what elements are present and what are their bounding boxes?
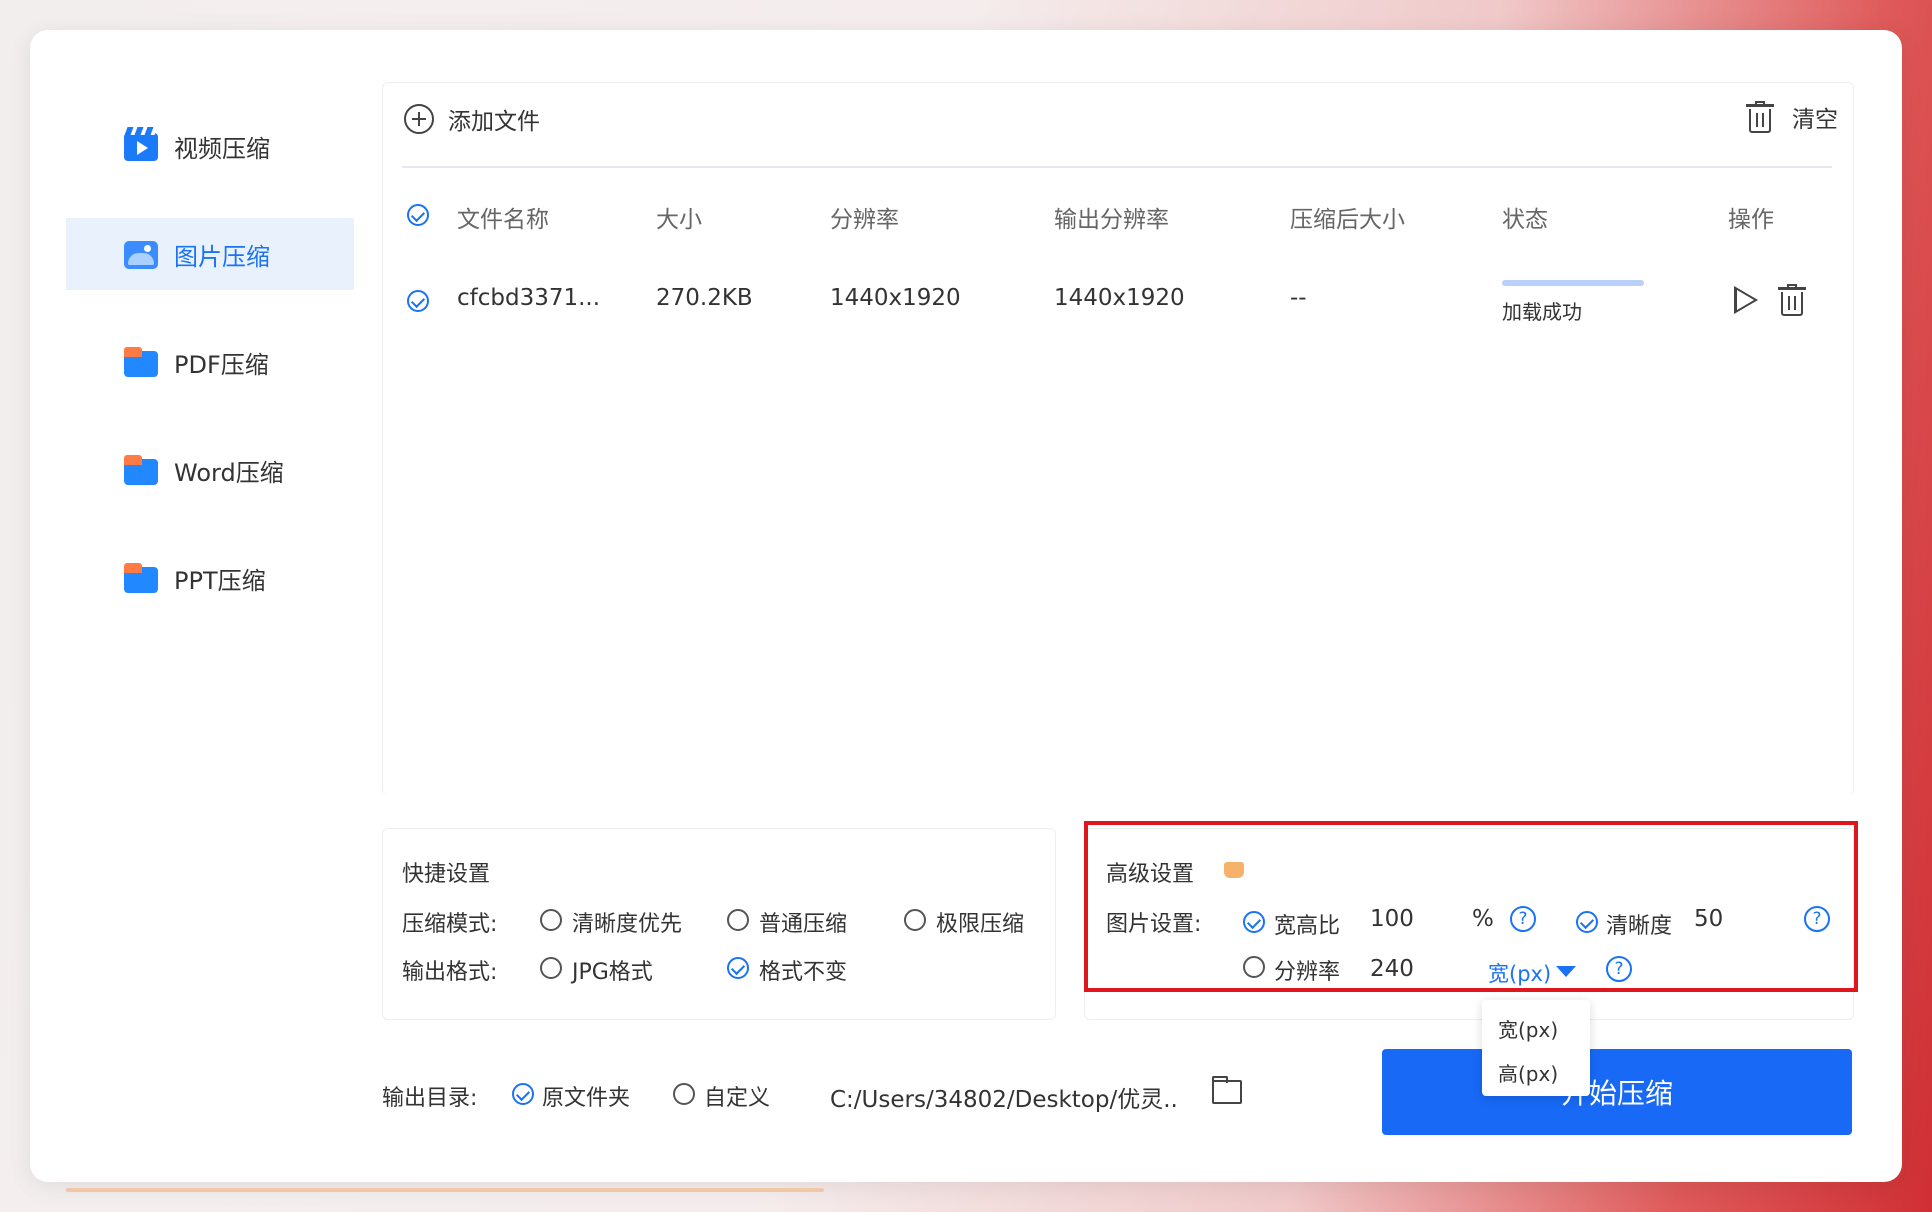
play-icon[interactable]	[1734, 286, 1758, 314]
format-option-jpg[interactable]: JPG格式	[572, 954, 653, 986]
highlight-box	[1084, 821, 1858, 992]
output-path: C:/Users/34802/Desktop/优灵..	[830, 1087, 1178, 1113]
column-header-actions: 操作	[1728, 207, 1774, 233]
mode-radio-normal[interactable]	[727, 909, 749, 931]
delete-row-icon[interactable]	[1778, 284, 1806, 316]
format-radio-jpg[interactable]	[540, 957, 562, 979]
column-header-size: 大小	[656, 207, 702, 233]
select-all-checkbox[interactable]	[407, 204, 429, 226]
column-header-output-resolution: 输出分辨率	[1054, 207, 1169, 233]
dimension-dropdown-menu: 宽(px) 高(px)	[1482, 1000, 1590, 1096]
clear-button[interactable]: 清空	[1746, 100, 1838, 134]
quick-settings-title: 快捷设置	[402, 862, 491, 887]
file-resolution: 1440x1920	[830, 285, 961, 311]
column-header-compressed-size: 压缩后大小	[1290, 207, 1405, 233]
video-icon	[124, 127, 158, 161]
output-radio-custom[interactable]	[673, 1083, 695, 1105]
add-file-button[interactable]: 添加文件	[404, 102, 540, 136]
status-progress-fill	[1502, 280, 1644, 286]
folder-icon	[124, 563, 158, 593]
mode-radio-clarity[interactable]	[540, 909, 562, 931]
format-option-keep[interactable]: 格式不变	[759, 954, 847, 986]
column-header-resolution: 分辨率	[830, 207, 899, 233]
output-format-label: 输出格式:	[402, 960, 498, 985]
sidebar-item-label: 图片压缩	[174, 242, 270, 271]
toolbar-divider	[402, 166, 1832, 168]
sidebar-item-video[interactable]: 视频压缩	[66, 110, 354, 182]
file-status: 加载成功	[1502, 300, 1582, 324]
file-toolbar: 添加文件 清空	[382, 82, 1854, 172]
file-output-resolution: 1440x1920	[1054, 285, 1185, 311]
format-radio-keep[interactable]	[727, 957, 749, 979]
dropdown-option-width[interactable]: 宽(px)	[1498, 1014, 1558, 1043]
add-file-label: 添加文件	[448, 109, 540, 135]
status-progress-bar	[1502, 280, 1644, 286]
column-header-name: 文件名称	[457, 207, 549, 233]
mode-option-normal[interactable]: 普通压缩	[759, 906, 847, 938]
start-compress-button[interactable]: 开始压缩	[1382, 1049, 1852, 1135]
add-circle-icon	[404, 104, 434, 134]
output-option-original[interactable]: 原文件夹	[542, 1080, 630, 1112]
column-header-status: 状态	[1502, 207, 1548, 233]
sidebar: 视频压缩 图片压缩 PDF压缩 Word压缩 PPT压缩	[66, 30, 354, 1182]
bottom-accent-bar	[66, 1188, 824, 1192]
folder-icon	[124, 455, 158, 485]
output-option-custom[interactable]: 自定义	[704, 1080, 770, 1112]
sidebar-item-label: PDF压缩	[174, 350, 269, 379]
image-icon	[124, 239, 158, 269]
output-radio-original[interactable]	[512, 1083, 534, 1105]
trash-icon	[1746, 101, 1774, 133]
file-list-panel	[382, 82, 1854, 795]
folder-open-icon[interactable]	[1212, 1076, 1242, 1104]
mode-option-extreme[interactable]: 极限压缩	[936, 906, 1024, 938]
output-dir-label: 输出目录:	[382, 1086, 478, 1111]
compress-mode-label: 压缩模式:	[402, 912, 498, 937]
sidebar-item-word[interactable]: Word压缩	[66, 434, 354, 506]
mode-option-clarity[interactable]: 清晰度优先	[572, 906, 682, 938]
folder-icon	[124, 347, 158, 377]
sidebar-item-label: Word压缩	[174, 458, 284, 487]
dropdown-option-height[interactable]: 高(px)	[1498, 1058, 1558, 1087]
clear-label: 清空	[1792, 107, 1838, 133]
mode-radio-extreme[interactable]	[904, 909, 926, 931]
sidebar-item-label: PPT压缩	[174, 566, 266, 595]
row-checkbox[interactable]	[407, 290, 429, 312]
sidebar-item-label: 视频压缩	[174, 134, 270, 163]
sidebar-item-image[interactable]: 图片压缩	[66, 218, 354, 290]
file-name: cfcbd3371...	[457, 285, 601, 311]
file-compressed-size: --	[1290, 285, 1307, 311]
file-size: 270.2KB	[656, 285, 753, 311]
sidebar-item-pdf[interactable]: PDF压缩	[66, 326, 354, 398]
sidebar-item-ppt[interactable]: PPT压缩	[66, 542, 354, 614]
